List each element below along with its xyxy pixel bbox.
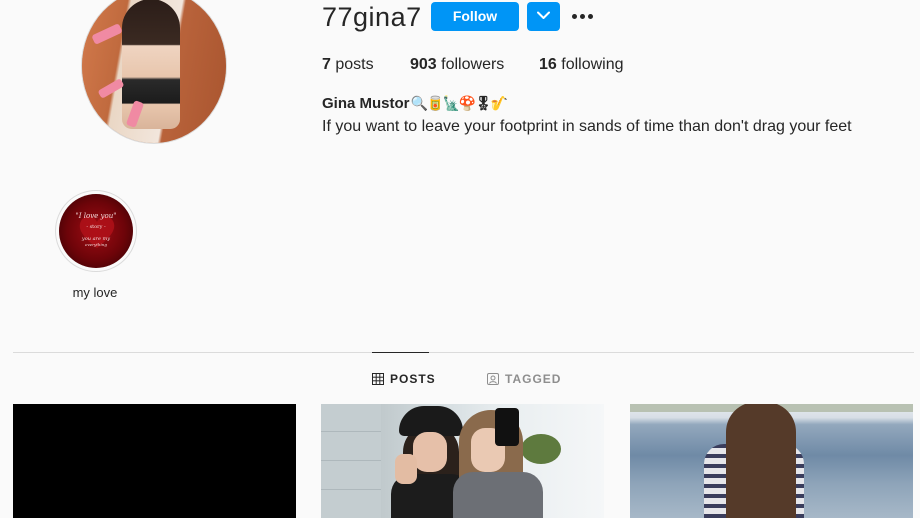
- profile-avatar[interactable]: [81, 0, 227, 144]
- post-thumbnail[interactable]: [13, 404, 296, 518]
- chevron-down-icon: [537, 11, 550, 19]
- suggested-accounts-button[interactable]: [527, 2, 560, 31]
- photo-detail: [495, 408, 519, 446]
- followers-link[interactable]: 903 followers: [410, 56, 504, 74]
- profile-bio: If you want to leave your footprint in s…: [322, 118, 852, 135]
- post-thumbnail[interactable]: [321, 404, 604, 518]
- magnifier-emoji-icon: 🔍: [410, 95, 428, 111]
- posts-count-stat: 7 posts: [322, 56, 374, 74]
- follow-button[interactable]: Follow: [431, 2, 519, 31]
- following-link[interactable]: 16 following: [539, 56, 624, 74]
- medal-emoji-icon: 🎖: [474, 95, 493, 111]
- statue-emoji-icon: 🗽: [442, 95, 460, 111]
- posts-count: 7: [322, 56, 331, 73]
- highlight-cover-text: "I love you": [75, 212, 117, 220]
- tab-tagged[interactable]: TAGGED: [487, 372, 561, 386]
- following-count: 16: [539, 56, 557, 73]
- grid-icon: [372, 373, 384, 385]
- profile-full-name: Gina Mustor: [322, 95, 410, 112]
- photo-detail: [321, 404, 381, 518]
- profile-username: 77gina7: [322, 2, 422, 32]
- highlight-cover: "I love you" - story - you are my everyt…: [59, 194, 133, 268]
- photo-detail: [453, 472, 543, 518]
- tagged-icon: [487, 373, 499, 385]
- more-dot-icon: [572, 14, 577, 19]
- highlight-cover-text: - story -: [86, 224, 106, 230]
- tab-tagged-label: TAGGED: [505, 372, 562, 386]
- highlight-cover-text: everything: [85, 242, 107, 247]
- tab-posts[interactable]: POSTS: [372, 372, 436, 386]
- profile-full-name-row: Gina Mustor 🔍 🥫 🗽 🍄 🎖 🎷: [322, 95, 508, 112]
- tabs-divider: [13, 352, 914, 353]
- posts-count-label: posts: [335, 56, 374, 73]
- more-dot-icon: [580, 14, 585, 19]
- saxophone-emoji-icon: 🎷: [490, 95, 508, 111]
- tab-posts-label: POSTS: [390, 372, 436, 386]
- more-options-button[interactable]: [570, 6, 596, 26]
- name-emojis: 🔍 🥫 🗽 🍄 🎖 🎷: [410, 95, 508, 112]
- following-label: following: [561, 56, 624, 73]
- more-dot-icon: [588, 14, 593, 19]
- mushroom-emoji-icon: 🍄: [458, 95, 476, 111]
- photo-detail: [413, 432, 447, 472]
- photo-detail: [726, 404, 796, 518]
- post-thumbnail[interactable]: [630, 404, 913, 518]
- can-emoji-icon: 🥫: [426, 95, 444, 111]
- photo-detail: [521, 434, 561, 464]
- story-highlight[interactable]: "I love you" - story - you are my everyt…: [55, 190, 137, 272]
- followers-label: followers: [441, 56, 505, 73]
- photo-detail: [395, 454, 417, 484]
- highlight-label: my love: [72, 285, 118, 300]
- active-tab-indicator: [372, 352, 429, 353]
- followers-count: 903: [410, 56, 437, 73]
